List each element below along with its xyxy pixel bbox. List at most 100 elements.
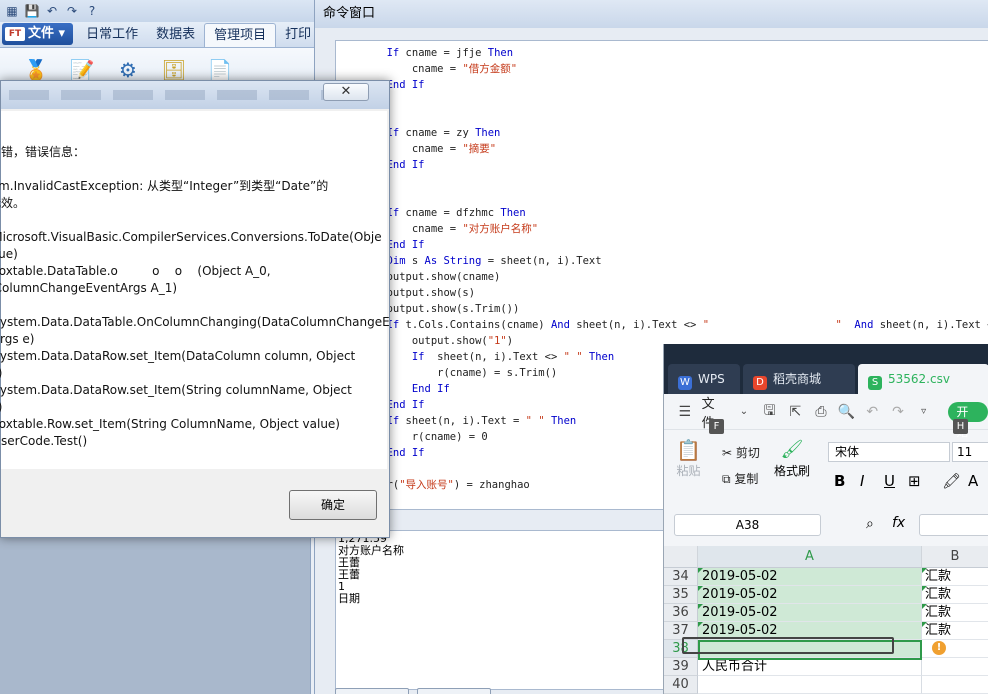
code-token: If (411, 351, 425, 363)
format-painter-label: 格式刷 (774, 464, 811, 478)
tab-data-tables[interactable]: 数据表 (147, 23, 204, 47)
font-name-select[interactable]: 宋体 (828, 442, 950, 462)
code-token: " " (563, 351, 583, 363)
clear-button[interactable] (417, 688, 491, 694)
error-message-line (0, 297, 387, 314)
save-icon[interactable]: 💾 (24, 3, 40, 19)
column-header-a[interactable]: A (698, 546, 922, 568)
cell-b[interactable]: 汇款 (922, 622, 988, 640)
close-button[interactable]: ✕ (323, 83, 369, 101)
font-color-icon[interactable]: A (968, 472, 978, 490)
redo-icon[interactable]: ↷ (64, 3, 80, 19)
tab-docer-store[interactable]: D 稻壳商城 (743, 364, 855, 394)
error-message-line: 在 Microsoft.VisualBasic.CompilerServices… (0, 230, 382, 244)
name-box[interactable]: A38 (674, 514, 821, 536)
zoom-icon[interactable]: ⌕ (866, 516, 874, 532)
keytip-start: H (953, 419, 968, 434)
file-menu-label: 文件 (28, 26, 55, 41)
code-token: Then (500, 207, 526, 219)
table-row: 34 2019-05-02 汇款 (664, 568, 988, 586)
code-token: As (424, 255, 438, 267)
row-number[interactable]: 34 (664, 568, 698, 586)
help-icon[interactable]: ? (84, 3, 100, 19)
copy-button[interactable]: ⧉ 复制 (722, 470, 758, 487)
font-size-select[interactable]: 11 (952, 442, 988, 462)
column-header-b[interactable]: B (922, 546, 988, 568)
formula-bar: A38 ⌕ fx (664, 504, 988, 540)
cell-a[interactable]: 2019-05-02 (698, 586, 922, 604)
italic-button[interactable]: I (860, 472, 864, 490)
tab-wps-home[interactable]: W WPS (668, 364, 740, 394)
tab-manage-project[interactable]: 管理项目 (204, 23, 277, 47)
row-number[interactable]: 36 (664, 604, 698, 622)
error-message-line: 在 Foxtable.DataTable.o o o (Object A_0, (0, 264, 271, 278)
ribbon-tab-bar: FT 文件 ▾ 日常工作 数据表 管理项目 打印 (0, 22, 330, 48)
warning-icon[interactable]: ! (932, 641, 946, 655)
error-message-line: ventArgs e) (0, 332, 35, 346)
paste-label: 粘贴 (676, 464, 701, 478)
save-icon[interactable]: 🖫 (761, 400, 779, 424)
export-icon[interactable]: ⇱ (786, 404, 804, 420)
sheet-grid[interactable]: A B 34 2019-05-02 汇款 35 2019-05-02 汇款 36 2019-0… (664, 546, 988, 694)
redo-icon[interactable]: ↷ (889, 404, 907, 420)
chevron-down-icon[interactable]: ⌄ (735, 406, 753, 417)
code-token: cname = zy (399, 127, 476, 139)
code-token: ) = zhanghao (453, 479, 530, 491)
cell-b[interactable]: 汇款 (922, 586, 988, 604)
tab-csv-file[interactable]: S 53562.csv (858, 364, 988, 394)
format-painter-icon: 🖌 (780, 439, 804, 460)
cut-button[interactable]: ✂ 剪切 (722, 444, 760, 461)
cell-b[interactable] (922, 676, 988, 694)
cell-a[interactable]: 2019-05-02 (698, 604, 922, 622)
code-token: ) (506, 335, 514, 347)
undo-icon[interactable]: ↶ (863, 404, 881, 420)
border-icon[interactable]: ⊞ (908, 472, 921, 490)
preview-icon[interactable]: 🔍 (838, 404, 856, 420)
cell-a[interactable]: 人民币合计 (698, 658, 922, 676)
ok-button[interactable]: 确定 (289, 490, 377, 520)
execute-button[interactable] (335, 688, 409, 694)
underline-button[interactable]: U (884, 472, 895, 490)
code-token: "1" (487, 335, 507, 347)
file-menu-button[interactable]: FT 文件 ▾ (2, 23, 74, 45)
error-dialog: ✕ 执行出错，错误信息： System.InvalidCastException:… (0, 80, 390, 538)
row-number[interactable]: 35 (664, 586, 698, 604)
app-icon[interactable]: ▦ (4, 3, 20, 19)
bold-button[interactable]: B (834, 472, 845, 490)
cell-b[interactable]: 汇款 (922, 604, 988, 622)
code-token: "对方账户名称" (462, 223, 539, 235)
code-line: output.show(s) (336, 285, 988, 301)
tab-daily-work[interactable]: 日常工作 (77, 23, 147, 47)
code-line: Dim s As String = sheet(n, i).Text (336, 253, 988, 269)
fx-button[interactable]: fx (892, 515, 905, 531)
hamburger-icon[interactable]: ☰ (676, 404, 694, 420)
wps-ribbon: 📋 粘贴 ✂ 剪切 ⧉ 复制 🖌 格式刷 宋体 11 B I U ⊞ 🖍 A (664, 434, 988, 496)
code-token: End If (386, 399, 425, 411)
fill-color-icon[interactable]: 🖍 (942, 472, 961, 490)
cell-a[interactable] (698, 676, 922, 694)
code-token: = sheet(n, i).Text (481, 255, 602, 267)
text-number-flag-icon (922, 586, 927, 591)
code-line: End If (336, 237, 988, 253)
cell-b[interactable]: 汇款 (922, 568, 988, 586)
cell-a[interactable]: 2019-05-02 (698, 568, 922, 586)
print-icon[interactable]: ⎙ (812, 404, 830, 420)
paste-button[interactable]: 📋 粘贴 (676, 438, 701, 479)
error-message-line: 在 UserCode.Test() (0, 434, 88, 448)
text-number-flag-icon (922, 622, 927, 627)
foxtable-logo-icon: FT (5, 27, 25, 41)
more-icon[interactable]: ▿ (915, 406, 933, 417)
code-token: sheet(n, i).Text <> (569, 319, 703, 331)
formula-input[interactable] (919, 514, 988, 536)
select-all-corner[interactable] (664, 546, 698, 568)
format-painter-button[interactable]: 🖌 格式刷 (774, 438, 810, 479)
copy-label: 复制 (734, 472, 759, 486)
undo-icon[interactable]: ↶ (44, 3, 60, 19)
code-token: "导入账号" (399, 479, 454, 491)
cell-b[interactable] (922, 658, 988, 676)
code-line: cname = "摘要" (336, 141, 988, 157)
row-number[interactable]: 40 (664, 676, 698, 694)
row-number[interactable]: 39 (664, 658, 698, 676)
